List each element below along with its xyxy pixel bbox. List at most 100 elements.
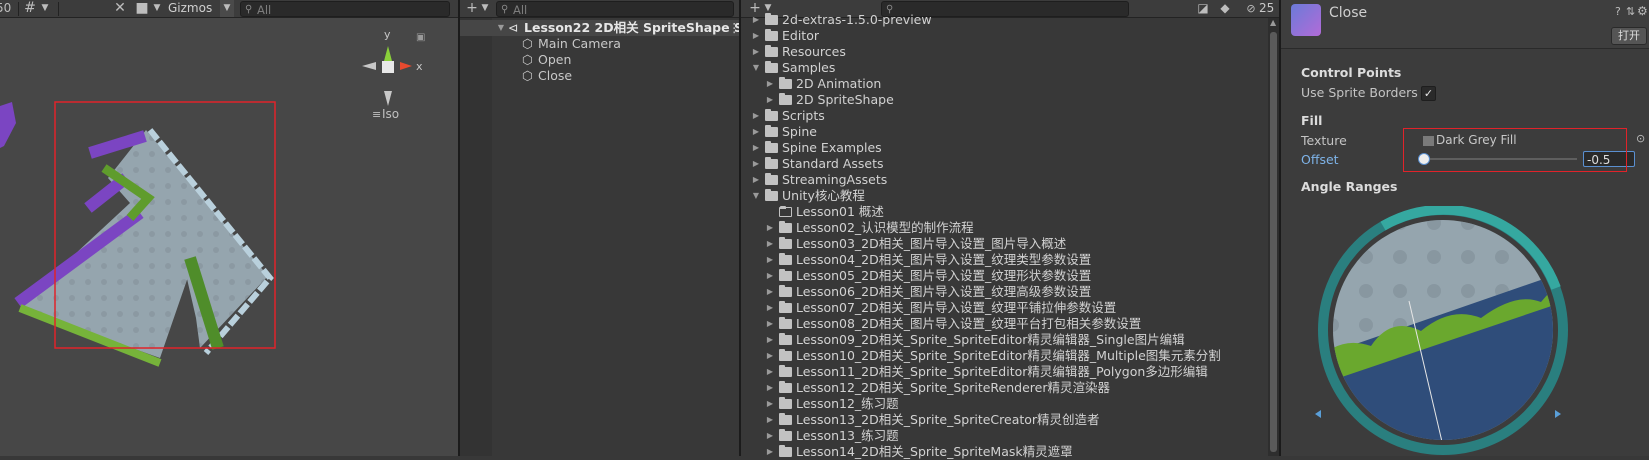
project-item[interactable]: ▶ Spine Examples	[741, 140, 1267, 156]
expand-arrow-icon[interactable]: ▶	[765, 300, 775, 316]
project-item[interactable]: ▶ Lesson13_2D相关_Sprite_SpriteCreator精灵创造者	[741, 412, 1267, 428]
folder-icon	[765, 109, 778, 121]
angle-range-preview[interactable]	[1281, 206, 1649, 456]
scene-row[interactable]: ▼ ⊲ Lesson22 2D相关 SpriteShape S ⋮	[460, 20, 743, 36]
projection-label: Iso	[382, 107, 399, 121]
expand-arrow-icon[interactable]: ▶	[765, 236, 775, 252]
expand-arrow-icon[interactable]: ▶	[765, 76, 775, 92]
project-item[interactable]: ▶ Spine	[741, 124, 1267, 140]
expand-arrow-icon[interactable]: ▶	[765, 396, 775, 412]
project-item-label: Standard Assets	[782, 156, 884, 171]
project-item[interactable]: ▶ Lesson12_2D相关_Sprite_SpriteRenderer精灵渲染…	[741, 380, 1267, 396]
object-picker-icon[interactable]: ⊙	[1636, 132, 1645, 145]
expand-arrow-icon[interactable]: ▶	[765, 428, 775, 444]
project-item-label: Lesson13_练习题	[796, 428, 899, 443]
expand-arrow-icon[interactable]: ▶	[765, 412, 775, 428]
project-item[interactable]: Lesson01 概述	[741, 204, 1267, 220]
folder-icon	[779, 333, 792, 345]
folder-icon	[765, 157, 778, 169]
collapse-arrow-icon[interactable]: ▼	[751, 60, 761, 76]
expand-arrow-icon[interactable]: ▶	[751, 156, 761, 172]
scrollbar[interactable]: ▲	[1268, 18, 1279, 456]
project-item[interactable]: ▶ Lesson10_2D相关_Sprite_SpriteEditor精灵编辑器_…	[741, 348, 1267, 364]
expand-arrow-icon[interactable]: ▶	[751, 28, 761, 44]
project-item[interactable]: ▶ Lesson09_2D相关_Sprite_SpriteEditor精灵编辑器_…	[741, 332, 1267, 348]
expand-arrow-icon[interactable]: ▶	[765, 332, 775, 348]
project-item[interactable]: ▶ StreamingAssets	[741, 172, 1267, 188]
folder-icon	[765, 141, 778, 153]
expand-arrow-icon[interactable]: ▶	[765, 284, 775, 300]
tools-icon[interactable]: ✕	[112, 0, 128, 17]
expand-arrow-icon[interactable]: ▶	[751, 140, 761, 156]
project-item[interactable]: ▶ 2D Animation	[741, 76, 1267, 92]
expand-arrow-icon[interactable]: ▶	[765, 364, 775, 380]
range-handle-icon	[1315, 410, 1321, 418]
search-icon: ⚲	[245, 4, 253, 15]
expand-arrow-icon[interactable]: ▶	[765, 316, 775, 332]
project-item[interactable]: ▼ Unity核心教程	[741, 188, 1267, 204]
project-item[interactable]: ▶ Lesson05_2D相关_图片导入设置_纹理形状参数设置	[741, 268, 1267, 284]
project-item[interactable]: ▶ 2D SpriteShape	[741, 92, 1267, 108]
gizmos-dropdown-icon[interactable]: ▼	[220, 0, 234, 17]
unity-scene-icon: ⊲	[508, 20, 519, 35]
project-item[interactable]: ▶ Lesson03_2D相关_图片导入设置_图片导入概述	[741, 236, 1267, 252]
expand-arrow-icon[interactable]: ▶	[751, 12, 761, 28]
add-icon[interactable]: +	[464, 0, 480, 17]
expand-arrow-icon[interactable]: ▶	[765, 380, 775, 396]
project-item[interactable]: ▶ Lesson08_2D相关_图片导入设置_纹理平台打包相关参数设置	[741, 316, 1267, 332]
folder-icon	[779, 381, 792, 393]
project-item[interactable]: ▶ Standard Assets	[741, 156, 1267, 172]
dropdown-arrow-icon[interactable]: ▼	[40, 0, 50, 17]
settings-icon[interactable]: ⚙	[1637, 4, 1648, 18]
hierarchy-item[interactable]: ⬡ Main Camera	[460, 36, 739, 52]
camera-icon[interactable]: ■	[134, 0, 150, 17]
use-sprite-borders-checkbox[interactable]: ✓	[1421, 86, 1436, 101]
expand-arrow-icon[interactable]: ▶	[751, 108, 761, 124]
orientation-gizmo[interactable]	[362, 46, 412, 106]
project-item[interactable]: ▶ Scripts	[741, 108, 1267, 124]
scene-view[interactable]: y x ▣ ≡ Iso	[0, 18, 458, 456]
collapse-arrow-icon[interactable]: ▼	[751, 188, 761, 204]
open-button[interactable]: 打开	[1611, 27, 1647, 45]
expand-arrow-icon[interactable]: ▶	[765, 268, 775, 284]
hierarchy-item[interactable]: ⬡ Close	[460, 68, 739, 84]
project-item[interactable]: ▶ 2d-extras-1.5.0-preview	[741, 12, 1267, 28]
expand-arrow-icon[interactable]: ▶	[765, 348, 775, 364]
expand-arrow-icon[interactable]: ▶	[751, 124, 761, 140]
project-item[interactable]: ▶ Lesson07_2D相关_图片导入设置_纹理平铺拉伸参数设置	[741, 300, 1267, 316]
preset-icon[interactable]: ⇅	[1626, 5, 1635, 18]
help-icon[interactable]: ?	[1615, 5, 1621, 18]
gameobject-icon: ⬡	[522, 68, 533, 83]
project-item[interactable]: ▼ Samples	[741, 60, 1267, 76]
expand-arrow-icon[interactable]: ▶	[751, 172, 761, 188]
collapse-arrow-icon[interactable]: ▼	[496, 20, 506, 36]
expand-arrow-icon[interactable]: ▶	[765, 92, 775, 108]
scene-search-input[interactable]: ⚲ All	[240, 1, 450, 17]
folder-icon	[765, 13, 778, 25]
dropdown-arrow-icon[interactable]: ▼	[480, 0, 490, 17]
dropdown-arrow-icon[interactable]: ▼	[152, 0, 162, 17]
expand-arrow-icon[interactable]: ▶	[765, 220, 775, 236]
expand-arrow-icon[interactable]: ▶	[765, 252, 775, 268]
gizmos-button[interactable]: Gizmos	[168, 0, 212, 17]
grid-snap-icon[interactable]: #	[22, 0, 38, 17]
scrollbar-thumb[interactable]	[1270, 32, 1277, 452]
project-item[interactable]: ▶ Lesson13_练习题	[741, 428, 1267, 444]
hierarchy-item-label: Close	[538, 68, 573, 83]
scroll-up-icon[interactable]: ▲	[1270, 18, 1276, 27]
project-item-label: Editor	[782, 28, 819, 43]
hierarchy-item[interactable]: ⬡ Open	[460, 52, 739, 68]
project-item[interactable]: ▶ Lesson04_2D相关_图片导入设置_纹理类型参数设置	[741, 252, 1267, 268]
project-item[interactable]: ▶ Lesson11_2D相关_Sprite_SpriteEditor精灵编辑器_…	[741, 364, 1267, 380]
project-item[interactable]: ▶ Lesson02_认识模型的制作流程	[741, 220, 1267, 236]
project-item[interactable]: ▶ Lesson12_练习题	[741, 396, 1267, 412]
project-item[interactable]: ▶ Resources	[741, 44, 1267, 60]
expand-arrow-icon[interactable]: ▶	[765, 444, 775, 460]
expand-arrow-icon[interactable]: ▶	[751, 44, 761, 60]
project-item[interactable]: ▶ Editor	[741, 28, 1267, 44]
project-item[interactable]: ▶ Lesson14_2D相关_Sprite_SpriteMask精灵遮罩	[741, 444, 1267, 460]
scene-canvas[interactable]: y x ▣ ≡ Iso	[0, 18, 458, 456]
hierarchy-search-input[interactable]: ⚲ All	[496, 1, 734, 17]
project-item[interactable]: ▶ Lesson06_2D相关_图片导入设置_纹理高级参数设置	[741, 284, 1267, 300]
folder-icon	[779, 301, 792, 313]
